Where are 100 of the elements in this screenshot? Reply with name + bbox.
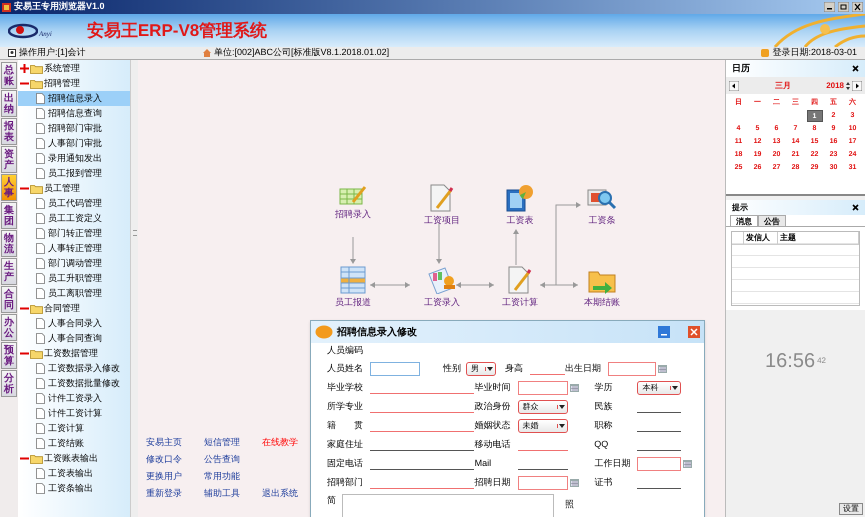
document-icon (36, 123, 45, 134)
flow-node-label[interactable]: 员工报道 (335, 296, 371, 310)
calendar-icon[interactable] (683, 460, 692, 468)
field-label: 工作日期 (594, 456, 632, 470)
quick-link[interactable]: 公告查询 (204, 454, 240, 464)
quick-link[interactable]: 辅助工具 (204, 488, 240, 498)
module-tab[interactable]: 分析 (1, 370, 17, 397)
tree-item[interactable]: 招聘部门审批 (18, 121, 130, 136)
tree-item[interactable]: 工资数据批量修改 (18, 376, 130, 391)
scrollbar[interactable] (130, 60, 138, 517)
close-icon[interactable] (852, 2, 863, 12)
tree-item[interactable]: 员工离职管理 (18, 286, 130, 301)
tree-item[interactable]: 人事部门审批 (18, 136, 130, 151)
document-icon (36, 93, 45, 104)
close-icon[interactable] (852, 204, 859, 211)
date-field[interactable] (608, 362, 656, 376)
quick-link[interactable]: 常用功能 (204, 471, 240, 481)
tree-item[interactable]: 录用通知发出 (18, 151, 130, 166)
tree-item[interactable]: 计件工资录入 (18, 391, 130, 406)
tree-item[interactable]: 人事合同查询 (18, 331, 130, 346)
quick-link[interactable]: 重新登录 (146, 488, 182, 498)
dropdown[interactable]: 男 (466, 362, 496, 376)
flow-node-label[interactable]: 工资条 (588, 214, 616, 228)
expand-icon[interactable] (20, 64, 29, 73)
module-tab[interactable]: 总账 (1, 62, 17, 89)
module-tab[interactable]: 人事 (1, 174, 17, 201)
tree-group[interactable]: 员工管理 (44, 182, 80, 196)
tree-item[interactable]: 计件工资计算 (18, 406, 130, 421)
quick-link[interactable]: 修改口令 (146, 454, 182, 464)
quick-link[interactable]: 更换用户 (146, 471, 182, 481)
quick-link[interactable]: 短信管理 (204, 437, 240, 447)
document-pencil-icon[interactable] (429, 184, 455, 212)
module-tab[interactable]: 生产 (1, 258, 17, 285)
next-month-icon[interactable] (852, 80, 862, 90)
calendar-icon[interactable] (658, 364, 667, 372)
minimize-icon[interactable] (824, 2, 835, 12)
tree-item[interactable]: 员工报到管理 (18, 166, 130, 181)
tree-item[interactable]: 招聘信息录入 (18, 91, 130, 106)
module-tab[interactable]: 资产 (1, 146, 17, 173)
dropdown[interactable]: 未婚 (518, 418, 568, 432)
tree-item[interactable]: 工资数据录入修改 (18, 361, 130, 376)
calendar-icon[interactable] (570, 384, 579, 392)
tree-item[interactable]: 员工升职管理 (18, 271, 130, 286)
document-pencil-icon[interactable] (507, 266, 533, 294)
module-tab[interactable]: 集团 (1, 202, 17, 229)
flow-node-label[interactable]: 招聘录入 (335, 208, 371, 222)
stamp-paper-icon[interactable] (427, 266, 457, 294)
tree-item[interactable]: 工资结账 (18, 436, 130, 451)
settings-button[interactable]: 设置 (839, 503, 863, 515)
field-label: QQ (594, 438, 610, 451)
close-icon[interactable] (852, 65, 859, 72)
date-field[interactable] (518, 476, 568, 490)
spinner-icon[interactable] (846, 82, 850, 90)
dropdown[interactable]: 群众 (518, 400, 568, 414)
table-icon[interactable] (340, 266, 366, 294)
module-tab[interactable]: 预算 (1, 342, 17, 369)
date-field[interactable] (637, 456, 682, 470)
month-label: 三月 (775, 80, 792, 92)
dropdown[interactable]: 本科 (637, 380, 682, 394)
tab[interactable]: 公告 (758, 215, 786, 226)
quick-link[interactable]: 安易主页 (146, 437, 182, 447)
calendar-icon[interactable] (570, 478, 579, 486)
flow-node-label[interactable]: 工资计算 (502, 296, 538, 310)
tree-item[interactable]: 部门调动管理 (18, 256, 130, 271)
text-field[interactable] (370, 362, 420, 376)
tree-group[interactable]: 合同管理 (44, 302, 80, 316)
quick-link[interactable]: 在线教学 (262, 437, 298, 447)
tree-group[interactable]: 工资数据管理 (44, 346, 98, 360)
module-tab[interactable]: 物流 (1, 230, 17, 257)
tree-item[interactable]: 招聘信息查询 (18, 106, 130, 121)
flow-node-label[interactable]: 本期结账 (584, 296, 620, 310)
panel-title: 提示 (732, 202, 749, 214)
tree-item[interactable]: 部门转正管理 (18, 226, 130, 241)
user-icon (8, 49, 16, 57)
tree-item[interactable]: 工资条输出 (18, 481, 130, 496)
flow-node-label[interactable]: 工资表 (506, 214, 534, 228)
system-title: 安易王ERP-V8管理系统 (86, 20, 268, 42)
tree-group[interactable]: 工资账表输出 (44, 452, 98, 466)
module-tab[interactable]: 合同 (1, 286, 17, 313)
tree-item[interactable]: 员工代码管理 (18, 196, 130, 211)
tree-item[interactable]: 人事转正管理 (18, 241, 130, 256)
quick-link[interactable]: 退出系统 (262, 488, 298, 498)
restore-icon[interactable] (838, 2, 849, 12)
tree-group[interactable]: 系统管理 (44, 62, 80, 76)
book-chart-icon[interactable] (505, 184, 535, 212)
tree-group[interactable]: 招聘管理 (44, 76, 80, 90)
module-tab[interactable]: 报表 (1, 118, 17, 145)
tab[interactable]: 消息 (730, 215, 758, 226)
flow-node-label[interactable]: 工资录入 (424, 296, 460, 310)
tree-item[interactable]: 工资表输出 (18, 466, 130, 481)
column-header: 主题 (778, 232, 859, 245)
flow-node-label[interactable]: 工资项目 (424, 214, 460, 228)
tree-item[interactable]: 员工工资定义 (18, 211, 130, 226)
previous-month-icon[interactable] (729, 80, 739, 90)
date-field[interactable] (518, 380, 568, 394)
tree-item[interactable]: 工资计算 (18, 421, 130, 436)
module-tab[interactable]: 出纳 (1, 90, 17, 117)
module-tab[interactable]: 办公 (1, 314, 17, 341)
caret-icon (670, 386, 678, 390)
tree-item[interactable]: 人事合同录入 (18, 316, 130, 331)
